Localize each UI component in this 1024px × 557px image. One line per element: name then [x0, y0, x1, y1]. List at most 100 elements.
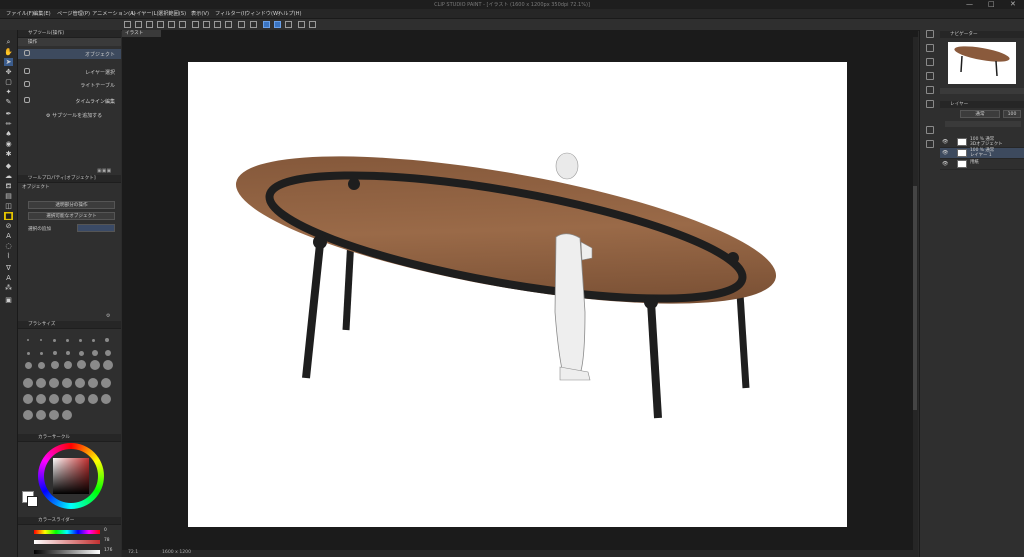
blend-tool-icon[interactable]: ☁: [4, 172, 13, 180]
canvas-paper[interactable]: [188, 62, 847, 527]
sub-tool-panel-actions[interactable]: ▣▣▣: [97, 168, 119, 174]
saturation-slider[interactable]: [34, 540, 100, 544]
layer-row-paper[interactable]: 👁 用紙: [940, 159, 1024, 170]
property-wrench-icon[interactable]: ⚙: [106, 313, 110, 319]
menu-filter[interactable]: フィルター(I): [215, 10, 246, 17]
menu-window[interactable]: ウィンドウ(W): [245, 10, 280, 17]
brush-size-header[interactable]: ブラシサイズ: [18, 321, 121, 329]
transparent-area-dropdown[interactable]: 透明部分の操作: [28, 201, 115, 209]
maximize-button[interactable]: □: [988, 0, 995, 8]
mannequin-head[interactable]: [555, 152, 579, 180]
line-correction-tool-icon[interactable]: ⌇: [4, 252, 13, 260]
brush-size-palette[interactable]: [18, 330, 121, 430]
sub-tool-item-object[interactable]: オブジェクト: [18, 49, 121, 59]
studio-icon[interactable]: [309, 21, 316, 28]
hand-tool-icon[interactable]: ✋: [4, 48, 13, 56]
clear-icon[interactable]: [192, 21, 199, 28]
operation-tool-icon[interactable]: ➤: [4, 58, 13, 66]
auto-select-tool-icon[interactable]: ✦: [4, 88, 13, 96]
sub-tool-item-timeline[interactable]: タイムライン編集: [18, 96, 121, 106]
eyedropper-tool-icon[interactable]: ✎: [4, 98, 13, 106]
menu-file[interactable]: ファイル(F): [6, 10, 34, 17]
text-a-tool-icon[interactable]: A: [4, 274, 13, 282]
layer-search-tab-icon[interactable]: [926, 140, 934, 148]
sub-view-tab-icon[interactable]: [926, 58, 934, 66]
hue-slider[interactable]: [34, 530, 100, 534]
save-icon[interactable]: [157, 21, 164, 28]
brightness-slider[interactable]: [34, 550, 100, 554]
fill-icon[interactable]: [203, 21, 210, 28]
sub-tool-item-layer-select[interactable]: レイヤー選択: [18, 67, 121, 77]
blend-mode-dropdown[interactable]: 通常: [960, 110, 1000, 118]
home-icon[interactable]: [124, 21, 131, 28]
airbrush-tool-icon[interactable]: ◉: [4, 140, 13, 148]
history-tab-icon[interactable]: [926, 72, 934, 80]
navigator-preview[interactable]: [948, 42, 1016, 84]
mannequin-body[interactable]: [554, 233, 586, 375]
pencil-tool-icon[interactable]: ✏: [4, 120, 13, 128]
gradient-tool-icon[interactable]: ▤: [4, 192, 13, 200]
open-file-icon[interactable]: [146, 21, 153, 28]
navigator-header[interactable]: ナビゲーター: [940, 31, 1024, 38]
menu-animation[interactable]: アニメーション(A): [92, 10, 136, 17]
invert-selection-icon[interactable]: [238, 21, 245, 28]
move-layer-tool-icon[interactable]: ✥: [4, 68, 13, 76]
deselect-icon[interactable]: [225, 21, 232, 28]
correction-tool-icon[interactable]: ⁂: [4, 284, 13, 292]
fill-tool-icon[interactable]: ⛾: [4, 182, 13, 190]
close-button[interactable]: ✕: [1010, 0, 1016, 8]
main-color-swatch[interactable]: ▣: [4, 296, 13, 304]
eye-icon[interactable]: 👁: [942, 139, 948, 145]
transform-icon[interactable]: [214, 21, 221, 28]
redo-icon[interactable]: [179, 21, 186, 28]
ruler-tool-icon[interactable]: ⊘: [4, 222, 13, 230]
layer-panel-header[interactable]: レイヤー: [940, 101, 1024, 108]
tool-property-header[interactable]: ツールプロパティ[オブジェクト]: [18, 175, 121, 183]
menu-view[interactable]: 表示(V): [191, 10, 209, 17]
frame-tool-icon[interactable]: ■: [4, 212, 13, 220]
select-mode-buttons[interactable]: [77, 224, 115, 232]
text-tool-icon[interactable]: A: [4, 232, 13, 240]
navigator-tab-icon[interactable]: [926, 30, 934, 38]
figure-tool-icon[interactable]: ◫: [4, 202, 13, 210]
material-tab-icon[interactable]: [926, 44, 934, 52]
decoration-tool-icon[interactable]: ✱: [4, 150, 13, 158]
document-tab[interactable]: イラスト: [122, 30, 161, 37]
color-wheel-header[interactable]: カラーサークル: [18, 434, 121, 442]
layer-row-layer1[interactable]: 👁 100 % 通常 レイヤー 1: [940, 148, 1024, 159]
canvas-scroll-thumb[interactable]: [913, 186, 917, 410]
saturation-value-square[interactable]: [53, 458, 89, 494]
sub-tool-header[interactable]: サブツール[操作]: [18, 30, 121, 38]
polyline-tool-icon[interactable]: ∇: [4, 264, 13, 272]
menu-help[interactable]: ヘルプ(H): [278, 10, 302, 17]
assets-icon[interactable]: [298, 21, 305, 28]
menu-edit[interactable]: 編集(E): [33, 10, 51, 17]
eraser-tool-icon[interactable]: ◆: [4, 162, 13, 170]
navigator-zoom-slider[interactable]: [940, 88, 1024, 94]
zoom-readout[interactable]: 72.1: [128, 550, 138, 555]
selection-tool-icon[interactable]: ▢: [4, 78, 13, 86]
3d-scene[interactable]: [188, 62, 847, 527]
sub-tool-group-tab[interactable]: 操作: [18, 38, 121, 46]
color-slider-header[interactable]: カラースライダー: [18, 517, 121, 525]
zoom-tool-icon[interactable]: ⌕: [4, 38, 13, 46]
undo-icon[interactable]: [168, 21, 175, 28]
sub-tool-item-lighttable[interactable]: ライトテーブル: [18, 80, 121, 90]
menu-page[interactable]: ページ管理(P): [57, 10, 90, 17]
new-file-icon[interactable]: [135, 21, 142, 28]
add-subtool-button[interactable]: ⚙ サブツールを追加する: [46, 112, 102, 119]
eye-icon[interactable]: 👁: [942, 161, 948, 167]
layer-property-tab-icon[interactable]: [926, 100, 934, 108]
balloon-tool-icon[interactable]: ◌: [4, 242, 13, 250]
snap-grid-icon[interactable]: [285, 21, 292, 28]
snap-special-ruler-icon[interactable]: [274, 21, 281, 28]
layer-toolbar[interactable]: [945, 121, 1021, 127]
layer-tab-icon[interactable]: [926, 126, 934, 134]
opacity-field[interactable]: 100: [1003, 110, 1021, 118]
menu-layer[interactable]: レイヤー(L): [131, 10, 159, 17]
minimize-button[interactable]: —: [966, 0, 973, 8]
menu-selection[interactable]: 選択範囲(S): [158, 10, 186, 17]
pen-tool-icon[interactable]: ✒: [4, 110, 13, 118]
eye-icon[interactable]: 👁: [942, 150, 948, 156]
brush-tool-icon[interactable]: ♠: [4, 130, 13, 138]
